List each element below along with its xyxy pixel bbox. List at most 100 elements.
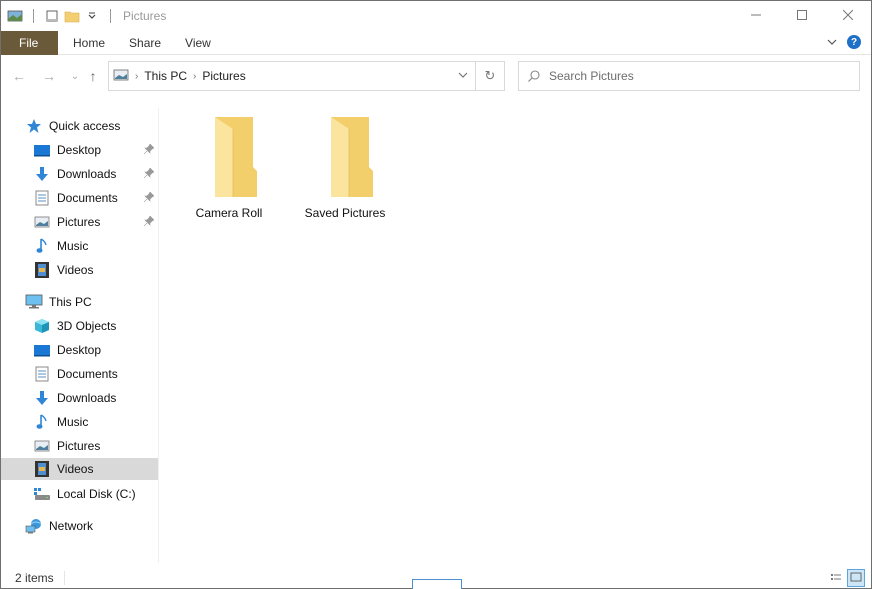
pin-icon[interactable]	[143, 214, 155, 229]
pictures-icon	[33, 437, 51, 455]
tab-file[interactable]: File	[1, 30, 58, 55]
maximize-button[interactable]	[779, 1, 825, 31]
chevron-down-icon[interactable]	[84, 8, 100, 24]
navigation-pane: Quick access Desktop Downloads Documents…	[1, 108, 159, 563]
forward-arrow-icon: →	[42, 68, 56, 84]
minimize-button[interactable]	[733, 1, 779, 31]
quick-access-toolbar: Pictures	[1, 1, 166, 31]
tab-share[interactable]: Share	[117, 31, 173, 55]
sidebar-item-label: 3D Objects	[57, 319, 117, 333]
videos-icon	[33, 261, 51, 279]
sidebar-item-quick-access[interactable]: Quick access	[1, 115, 158, 137]
sidebar-item-network[interactable]: Network	[1, 515, 158, 537]
horizontal-scrollbar-thumb[interactable]	[412, 579, 462, 589]
drive-icon	[33, 485, 51, 503]
downloads-icon	[33, 165, 51, 183]
sidebar-item-music[interactable]: Music	[1, 411, 158, 433]
documents-icon	[33, 365, 51, 383]
back-button[interactable]: ←	[9, 66, 29, 86]
window-controls	[733, 1, 871, 31]
file-explorer-window: Pictures File Home Share View ? ← → ⌄ ↑ …	[0, 0, 872, 589]
maximize-icon	[797, 9, 807, 23]
chevron-down-icon	[458, 71, 468, 82]
address-dropdown-button[interactable]	[451, 62, 475, 90]
sidebar-item-qa-documents[interactable]: Documents	[1, 187, 158, 209]
pictures-icon	[33, 213, 51, 231]
sidebar-item-label: Network	[49, 519, 94, 533]
sidebar-item-label: Desktop	[57, 143, 102, 157]
sidebar-item-label: Downloads	[57, 167, 117, 181]
sidebar-item-qa-music[interactable]: Music	[1, 235, 158, 257]
pin-icon[interactable]	[143, 166, 155, 181]
sidebar-item-qa-pictures[interactable]: Pictures	[1, 211, 158, 233]
folder-item[interactable]: Camera Roll	[179, 111, 279, 231]
details-view-button[interactable]	[827, 569, 845, 587]
sidebar-item-label: Documents	[57, 191, 118, 205]
ribbon-tabs: File Home Share View ?	[1, 30, 871, 55]
sidebar-item-label: Pictures	[57, 215, 101, 229]
sidebar-item-documents[interactable]: Documents	[1, 363, 158, 385]
sidebar-item-label: Documents	[57, 367, 118, 381]
address-bar[interactable]: › This PC › Pictures	[108, 61, 476, 91]
sidebar-item-pictures[interactable]: Pictures	[1, 435, 158, 457]
folder-name: Camera Roll	[195, 206, 263, 220]
sidebar-item-label: Quick access	[49, 119, 121, 133]
folder-icon	[315, 111, 375, 202]
close-icon	[842, 9, 854, 23]
sidebar-item-label: This PC	[49, 295, 92, 309]
search-box[interactable]	[518, 61, 860, 91]
recent-locations-button[interactable]: ⌄	[65, 66, 85, 86]
search-input[interactable]	[549, 69, 859, 83]
sidebar-item-qa-desktop[interactable]: Desktop	[1, 139, 158, 161]
refresh-button[interactable]: ↻	[476, 61, 505, 91]
up-button[interactable]: ↑	[83, 66, 103, 86]
back-arrow-icon: ←	[12, 68, 26, 84]
sidebar-item-videos[interactable]: Videos	[1, 458, 158, 480]
chevron-down-icon: ⌄	[70, 70, 80, 82]
large-icons-view-button[interactable]	[847, 569, 865, 587]
desktop-icon	[33, 141, 51, 159]
sidebar-item-desktop[interactable]: Desktop	[1, 339, 158, 361]
sidebar-item-qa-downloads[interactable]: Downloads	[1, 163, 158, 185]
sidebar-item-label: Videos	[57, 263, 94, 277]
picture-folder-icon[interactable]	[7, 8, 23, 24]
up-arrow-icon: ↑	[89, 68, 97, 84]
navigation-bar: ← → ⌄ ↑ › This PC › Pictures ↻ Search Pi…	[1, 56, 871, 96]
music-icon	[33, 413, 51, 431]
3d-objects-icon	[33, 317, 51, 335]
title-separator	[110, 9, 111, 23]
breadcrumb-pictures[interactable]: Pictures	[202, 69, 245, 83]
folder-item[interactable]: Saved Pictures	[295, 111, 395, 231]
sidebar-item-downloads[interactable]: Downloads	[1, 387, 158, 409]
sidebar-item-qa-videos[interactable]: Videos	[1, 259, 158, 281]
expand-ribbon-button[interactable]	[825, 35, 839, 49]
close-button[interactable]	[825, 1, 871, 31]
forward-button[interactable]: →	[39, 66, 59, 86]
music-icon	[33, 237, 51, 255]
sidebar-item-3d-objects[interactable]: 3D Objects	[1, 315, 158, 337]
qat-separator	[33, 9, 34, 23]
sidebar-item-this-pc[interactable]: This PC	[1, 291, 158, 313]
pin-icon[interactable]	[143, 190, 155, 205]
large-icons-view-icon	[850, 571, 862, 586]
sidebar-item-label: Local Disk (C:)	[57, 487, 136, 501]
pin-icon[interactable]	[143, 142, 155, 157]
sidebar-item-label: Pictures	[57, 439, 101, 453]
details-view-icon	[830, 571, 842, 586]
tab-view[interactable]: View	[173, 31, 223, 55]
tab-home[interactable]: Home	[58, 31, 117, 55]
sidebar-item-label: Downloads	[57, 391, 117, 405]
help-icon[interactable]: ?	[847, 35, 861, 49]
breadcrumb-this-pc[interactable]: This PC	[144, 69, 187, 83]
sidebar-item-local-disk[interactable]: Local Disk (C:)	[1, 483, 158, 505]
sidebar-item-label: Music	[57, 239, 89, 253]
status-separator	[63, 571, 65, 585]
properties-icon[interactable]	[44, 8, 60, 24]
window-title: Pictures	[123, 9, 167, 23]
downloads-icon	[33, 389, 51, 407]
new-folder-icon[interactable]	[64, 8, 80, 24]
search-icon	[519, 69, 549, 83]
folder-icon	[199, 111, 259, 202]
star-icon	[25, 117, 43, 135]
sidebar-item-label: Music	[57, 415, 89, 429]
